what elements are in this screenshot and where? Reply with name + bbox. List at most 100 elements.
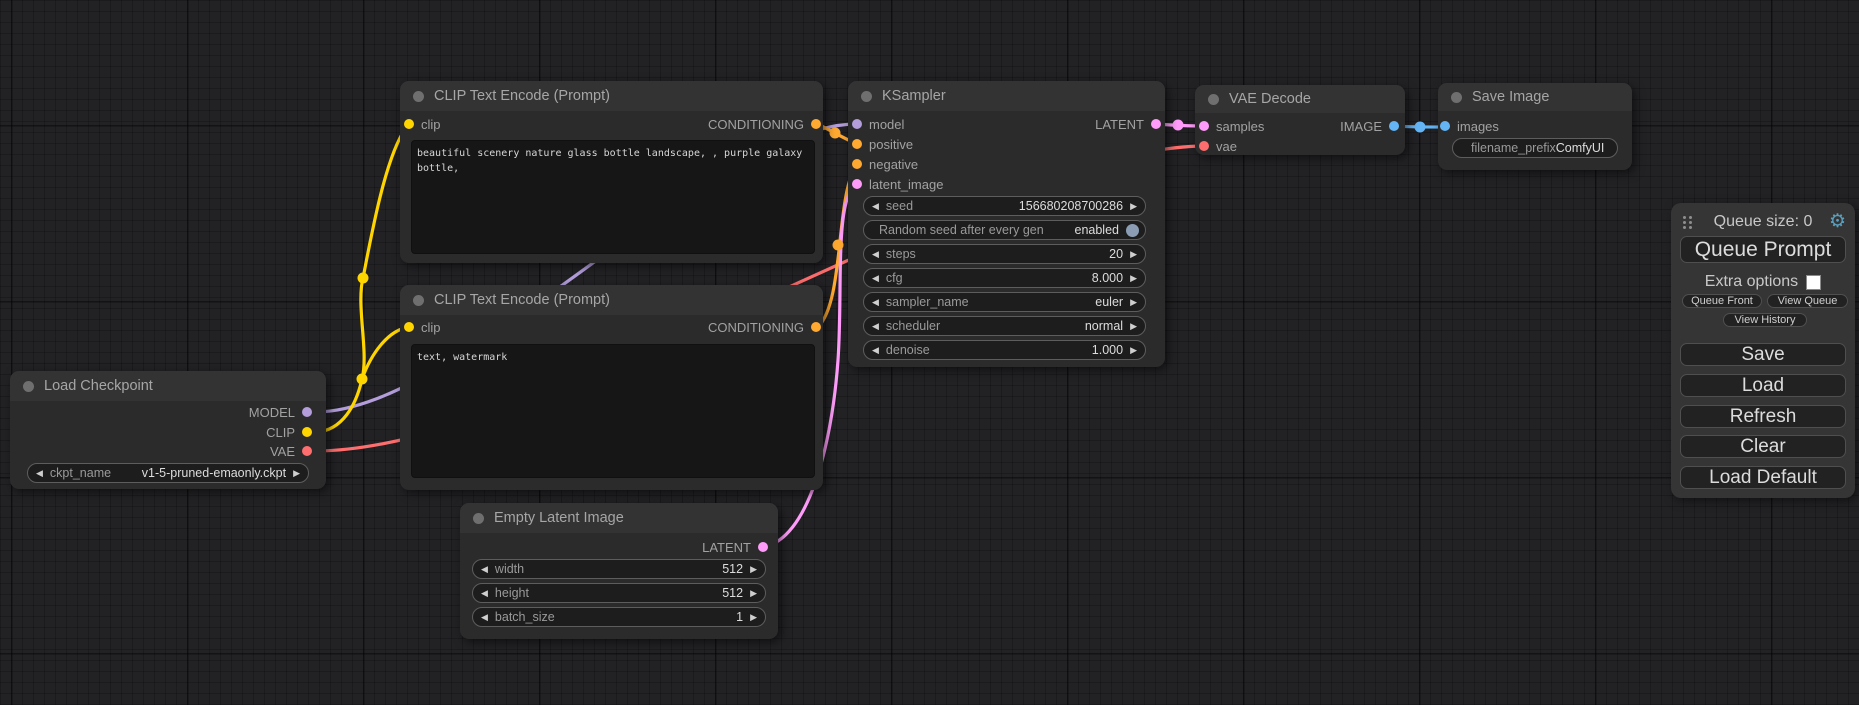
extra-options-checkbox[interactable]	[1806, 275, 1821, 290]
output-clip[interactable]: CLIP	[266, 423, 312, 441]
save-button[interactable]: Save	[1680, 343, 1846, 366]
view-queue-button[interactable]: View Queue	[1767, 294, 1848, 308]
prompt-textarea[interactable]: beautiful scenery nature glass bottle la…	[411, 140, 815, 254]
widget-batch-size[interactable]: ◀ batch_size 1 ▶	[472, 607, 766, 627]
queue-front-button[interactable]: Queue Front	[1682, 294, 1762, 308]
node-title-bar[interactable]: Load Checkpoint	[10, 371, 326, 401]
output-latent[interactable]: LATENT	[1095, 115, 1161, 133]
reroute-dot-clip-lower[interactable]	[357, 374, 368, 385]
decrement-icon[interactable]: ◀	[872, 297, 879, 308]
node-save-image[interactable]: Save Image images filename_prefix ComfyU…	[1438, 83, 1632, 170]
latent-port-icon[interactable]	[852, 179, 862, 189]
widget-scheduler[interactable]: ◀ scheduler normal ▶	[863, 316, 1146, 336]
decrement-icon[interactable]: ◀	[481, 612, 488, 623]
decrement-icon[interactable]: ◀	[481, 564, 488, 575]
increment-icon[interactable]: ▶	[1130, 321, 1137, 332]
input-model[interactable]: model	[852, 115, 904, 133]
conditioning-port-icon[interactable]	[852, 139, 862, 149]
image-port-icon[interactable]	[1389, 121, 1399, 131]
conditioning-port-icon[interactable]	[811, 119, 821, 129]
node-title-bar[interactable]: Save Image	[1438, 83, 1632, 111]
increment-icon[interactable]: ▶	[750, 564, 757, 575]
reroute-dot-positive[interactable]	[830, 128, 841, 139]
toggle-knob-icon[interactable]	[1126, 224, 1139, 237]
latent-port-icon[interactable]	[1151, 119, 1161, 129]
increment-icon[interactable]: ▶	[1130, 297, 1137, 308]
queue-panel[interactable]: Queue size: 0 ⚙ Queue Prompt Extra optio…	[1671, 203, 1855, 498]
increment-icon[interactable]: ▶	[293, 468, 300, 479]
input-latent-image[interactable]: latent_image	[852, 175, 943, 193]
decrement-icon[interactable]: ◀	[872, 249, 879, 260]
increment-icon[interactable]: ▶	[1130, 345, 1137, 356]
node-vae-decode[interactable]: VAE Decode samples vae IMAGE	[1195, 85, 1405, 155]
reroute-dot-image[interactable]	[1415, 122, 1426, 133]
conditioning-port-icon[interactable]	[852, 159, 862, 169]
view-history-button[interactable]: View History	[1723, 313, 1807, 327]
node-title-bar[interactable]: Empty Latent Image	[460, 503, 778, 533]
settings-gear-icon[interactable]: ⚙	[1829, 211, 1846, 233]
collapse-dot-icon[interactable]	[23, 381, 34, 392]
model-port-icon[interactable]	[302, 407, 312, 417]
node-title-bar[interactable]: VAE Decode	[1195, 85, 1405, 113]
collapse-dot-icon[interactable]	[413, 91, 424, 102]
node-load-checkpoint[interactable]: Load Checkpoint MODEL CLIP VAE ◀ ckpt_na…	[10, 371, 326, 489]
queue-prompt-button[interactable]: Queue Prompt	[1680, 236, 1846, 263]
model-port-icon[interactable]	[852, 119, 862, 129]
node-title-bar[interactable]: CLIP Text Encode (Prompt)	[400, 285, 823, 315]
input-positive[interactable]: positive	[852, 135, 913, 153]
increment-icon[interactable]: ▶	[1130, 249, 1137, 260]
decrement-icon[interactable]: ◀	[872, 201, 879, 212]
widget-cfg[interactable]: ◀ cfg 8.000 ▶	[863, 268, 1146, 288]
input-samples[interactable]: samples	[1199, 117, 1264, 135]
node-empty-latent-image[interactable]: Empty Latent Image LATENT ◀ width 512 ▶ …	[460, 503, 778, 639]
output-latent[interactable]: LATENT	[702, 538, 768, 556]
conditioning-port-icon[interactable]	[811, 322, 821, 332]
decrement-icon[interactable]: ◀	[36, 468, 43, 479]
node-title-bar[interactable]: KSampler	[848, 81, 1165, 111]
node-ksampler[interactable]: KSampler model positive negative latent_…	[848, 81, 1165, 367]
widget-denoise[interactable]: ◀ denoise 1.000 ▶	[863, 340, 1146, 360]
output-image[interactable]: IMAGE	[1340, 117, 1399, 135]
clip-port-icon[interactable]	[404, 119, 414, 129]
decrement-icon[interactable]: ◀	[872, 345, 879, 356]
decrement-icon[interactable]: ◀	[872, 321, 879, 332]
decrement-icon[interactable]: ◀	[872, 273, 879, 284]
load-default-button[interactable]: Load Default	[1680, 466, 1846, 489]
widget-steps[interactable]: ◀ steps 20 ▶	[863, 244, 1146, 264]
widget-width[interactable]: ◀ width 512 ▶	[472, 559, 766, 579]
reroute-dot-clip-upper[interactable]	[358, 273, 369, 284]
drag-handle-icon[interactable]	[1683, 216, 1686, 219]
vae-port-icon[interactable]	[302, 446, 312, 456]
input-negative[interactable]: negative	[852, 155, 918, 173]
vae-port-icon[interactable]	[1199, 141, 1209, 151]
input-clip[interactable]: clip	[404, 318, 441, 336]
load-button[interactable]: Load	[1680, 374, 1846, 397]
comfyui-canvas[interactable]: { "nodes": { "load_checkpoint": { "title…	[0, 0, 1859, 705]
clear-button[interactable]: Clear	[1680, 435, 1846, 458]
widget-height[interactable]: ◀ height 512 ▶	[472, 583, 766, 603]
widget-ckpt-name[interactable]: ◀ ckpt_name v1-5-pruned-emaonly.ckpt ▶	[27, 463, 309, 483]
collapse-dot-icon[interactable]	[413, 295, 424, 306]
increment-icon[interactable]: ▶	[750, 588, 757, 599]
output-vae[interactable]: VAE	[270, 442, 312, 460]
collapse-dot-icon[interactable]	[1208, 94, 1219, 105]
prompt-textarea[interactable]: text, watermark	[411, 344, 815, 478]
image-port-icon[interactable]	[1440, 121, 1450, 131]
output-conditioning[interactable]: CONDITIONING	[708, 318, 821, 336]
node-clip-text-encode-positive[interactable]: CLIP Text Encode (Prompt) clip CONDITION…	[400, 81, 823, 263]
widget-filename-prefix[interactable]: filename_prefix ComfyUI	[1452, 138, 1618, 158]
node-title-bar[interactable]: CLIP Text Encode (Prompt)	[400, 81, 823, 111]
refresh-button[interactable]: Refresh	[1680, 405, 1846, 428]
widget-seed[interactable]: ◀ seed 156680208700286 ▶	[863, 196, 1146, 216]
latent-port-icon[interactable]	[758, 542, 768, 552]
clip-port-icon[interactable]	[404, 322, 414, 332]
input-images[interactable]: images	[1440, 117, 1499, 135]
reroute-dot-negative[interactable]	[833, 240, 844, 251]
collapse-dot-icon[interactable]	[1451, 92, 1462, 103]
clip-port-icon[interactable]	[302, 427, 312, 437]
increment-icon[interactable]: ▶	[1130, 201, 1137, 212]
reroute-dot-latent[interactable]	[1173, 120, 1184, 131]
decrement-icon[interactable]: ◀	[481, 588, 488, 599]
latent-port-icon[interactable]	[1199, 121, 1209, 131]
widget-sampler-name[interactable]: ◀ sampler_name euler ▶	[863, 292, 1146, 312]
